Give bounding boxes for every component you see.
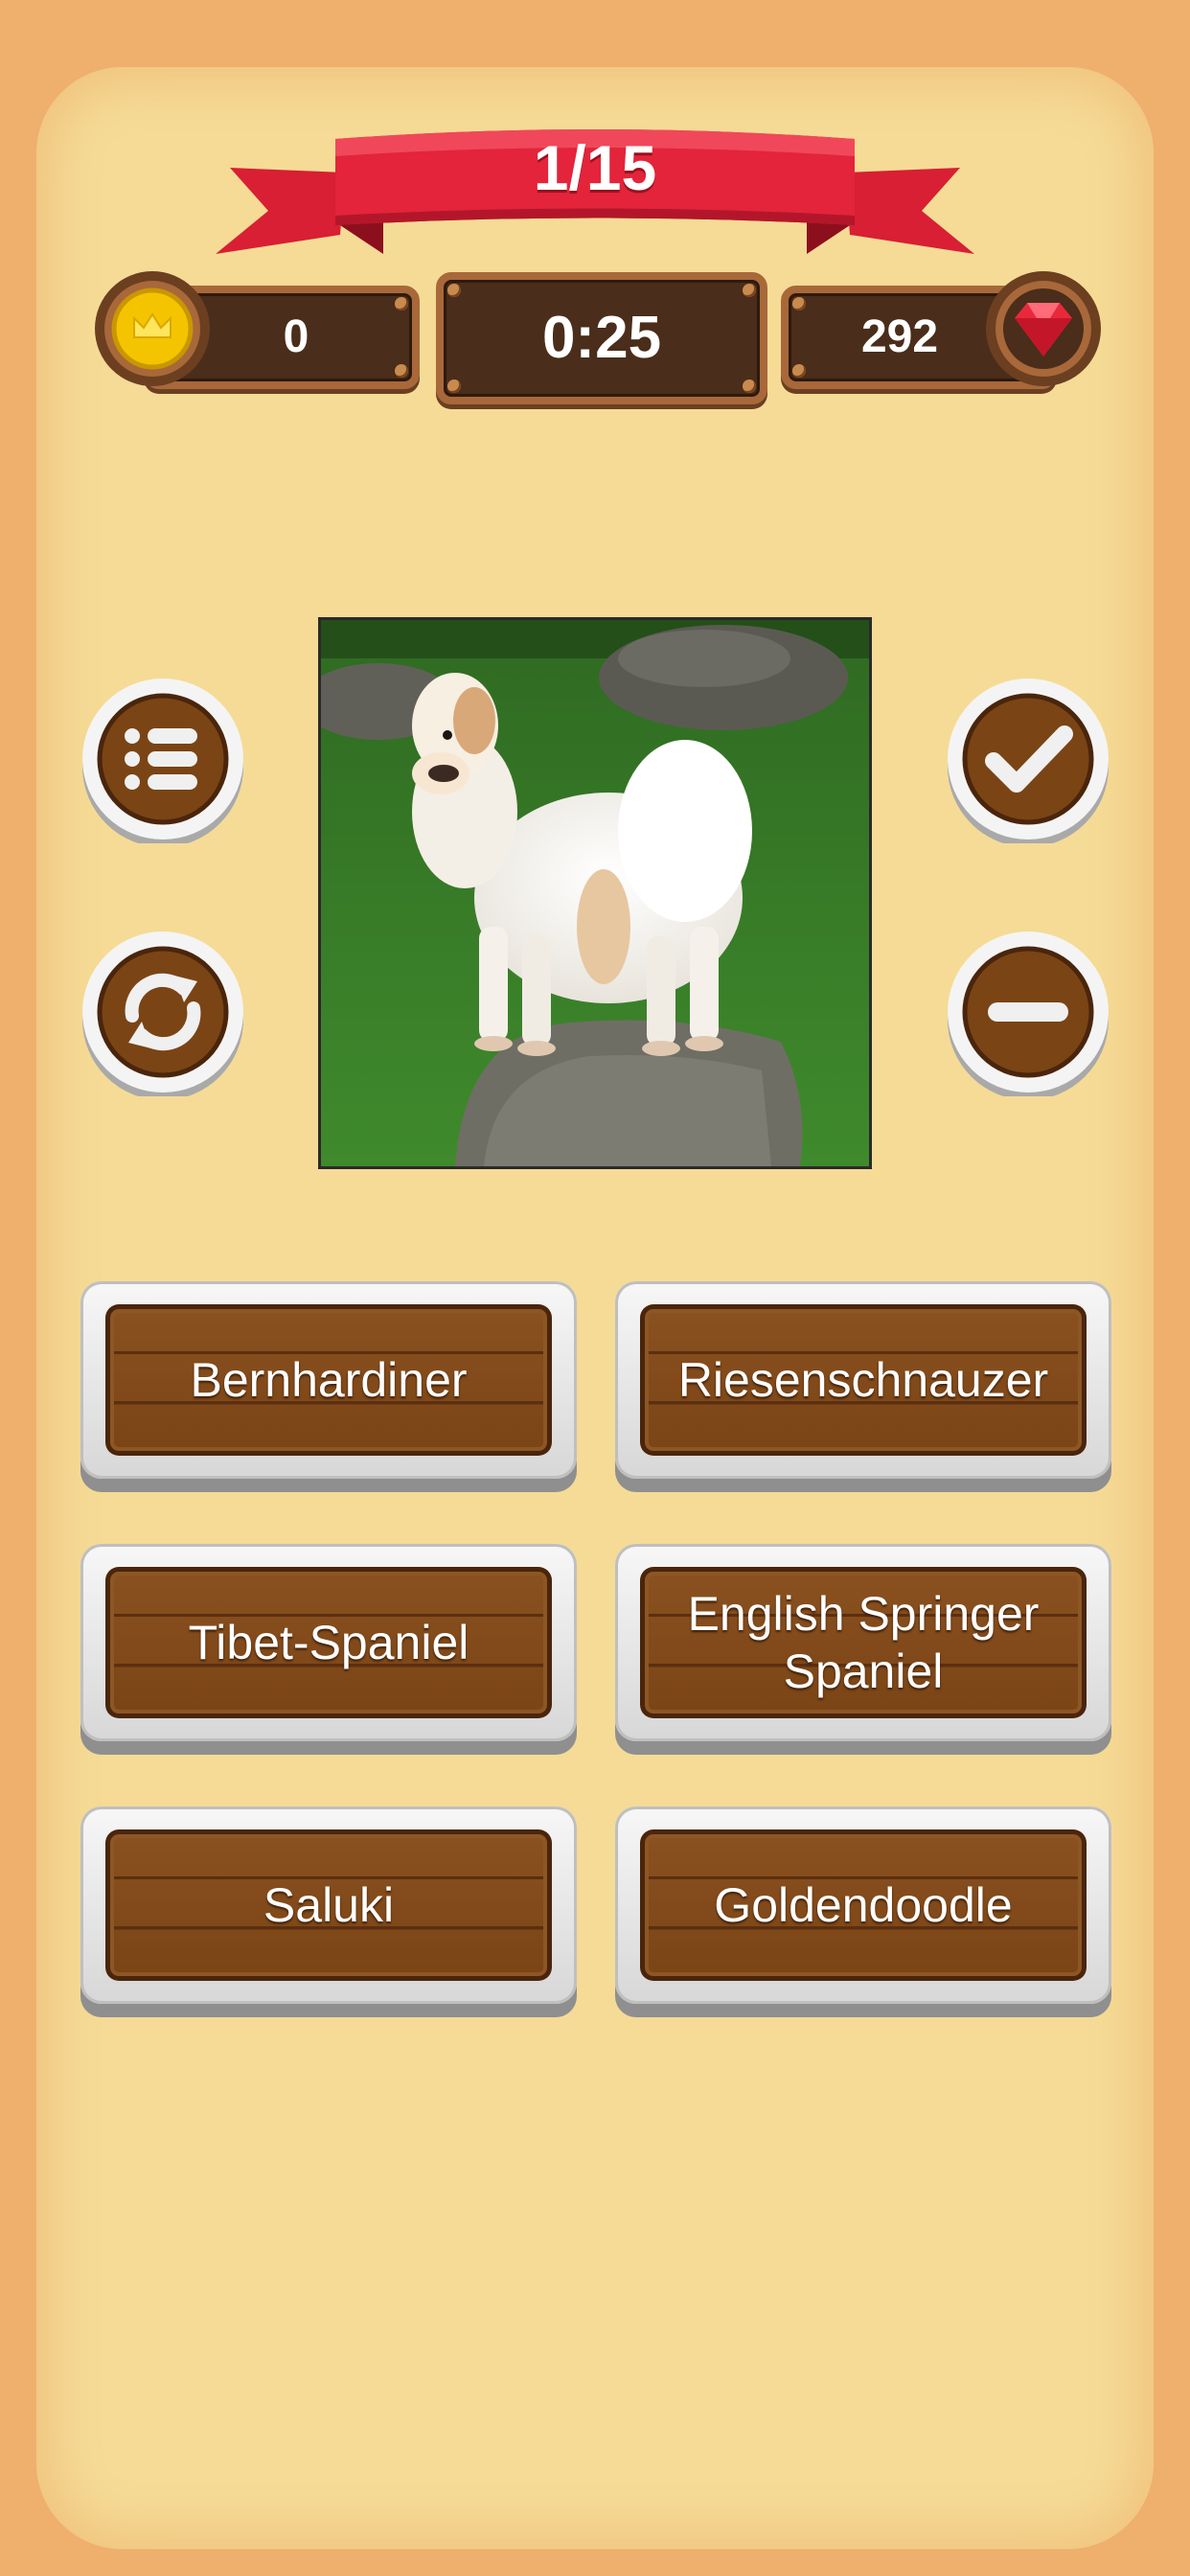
refresh-button[interactable] [80,932,245,1096]
answer-button-3[interactable]: Tibet-Spaniel [80,1544,577,1755]
rivet [743,284,756,297]
answer-button-5[interactable]: Saluki [80,1806,577,2017]
answer-label: Bernhardiner [190,1353,468,1407]
check-button[interactable] [946,678,1110,843]
question-image [318,617,872,1169]
timer-value: 0:25 [541,305,662,371]
answer-button-1[interactable]: Bernhardiner [80,1281,577,1492]
answer-label: English Springer Spaniel [687,1587,1040,1698]
answer-button-4[interactable]: English Springer Spaniel [615,1544,1111,1755]
answer-button-6[interactable]: Goldendoodle [615,1806,1111,2017]
rivet [743,380,756,393]
answer-label: Riesenschnauzer [677,1353,1049,1407]
rivet [792,297,806,310]
gem-icon [983,268,1104,394]
game-screen: 1/15 0 0:25 292 Bernhardiner Riesenschna… [0,0,1190,2576]
answer-label: Goldendoodle [714,1878,1013,1932]
list-icon [125,728,197,790]
list-button[interactable] [80,678,245,843]
coin-icon [92,268,213,394]
timer-display: 0:25 [436,272,767,404]
answer-button-2[interactable]: Riesenschnauzer [615,1281,1111,1492]
rivet [447,284,461,297]
rivet [792,364,806,378]
dog-photo [321,620,869,1166]
answer-label: Tibet-Spaniel [188,1616,469,1669]
question-counter: 1/15 [533,132,657,203]
rivet [447,380,461,393]
minus-icon [988,1002,1068,1022]
progress-ribbon: 1/15 [201,120,989,273]
answer-label: Saluki [263,1878,395,1932]
rivet [395,364,408,378]
rivet [395,297,408,310]
minus-button[interactable] [946,932,1110,1096]
